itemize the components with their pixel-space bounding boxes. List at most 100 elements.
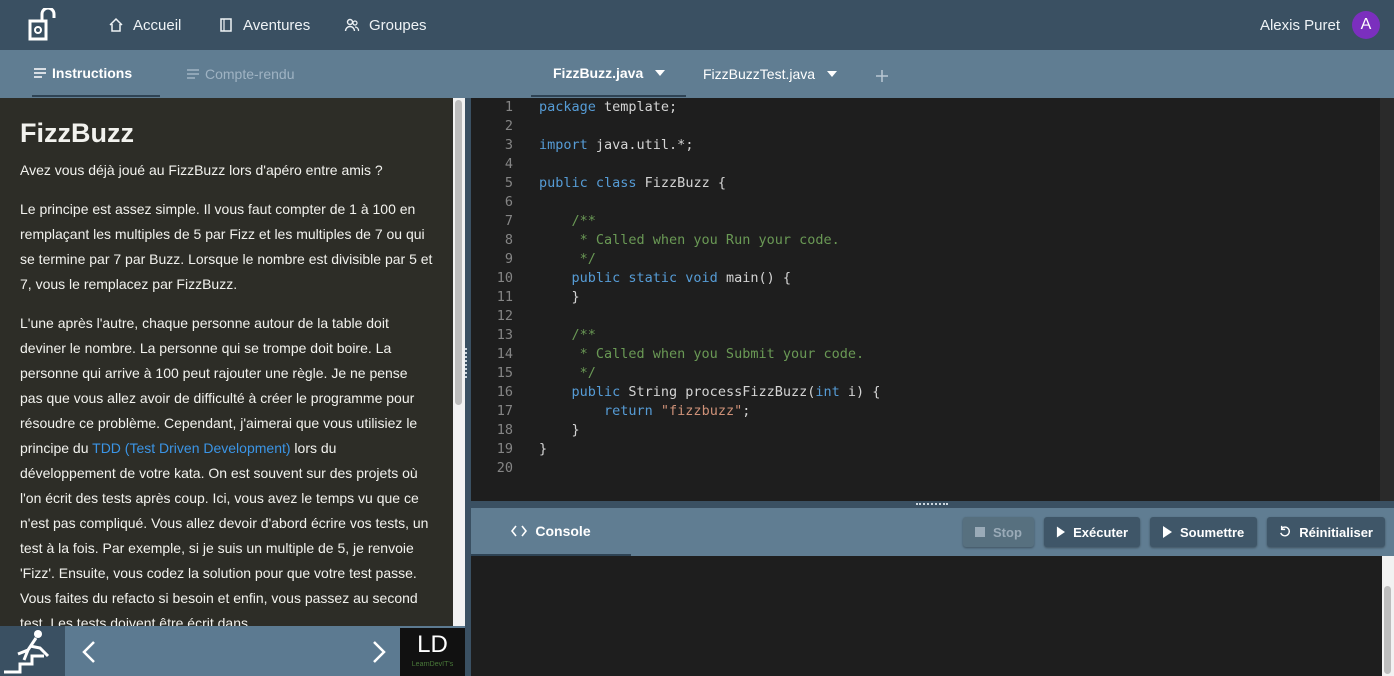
console-output[interactable]: [471, 556, 1382, 676]
instructions-panel: FizzBuzz Avez vous déjà joué au FizzBuzz…: [0, 98, 453, 626]
line-number: 9: [504, 251, 513, 267]
previous-arrow-icon[interactable]: [76, 638, 102, 666]
code-line: public String processFizzBuzz(int i) {: [539, 383, 881, 402]
tdd-link[interactable]: TDD (Test Driven Development): [92, 440, 290, 456]
code-comment: /**: [539, 327, 596, 343]
instructions-paragraph: L'une après l'autre, chaque personne aut…: [20, 311, 433, 626]
submit-button-label: Soumettre: [1180, 524, 1245, 540]
nav-adventures[interactable]: Aventures: [218, 0, 310, 50]
code-comment: * Called when you Run your code.: [539, 232, 840, 248]
code-text: main() {: [717, 270, 791, 286]
reset-button-label: Réinitialiser: [1299, 524, 1373, 540]
line-number: 3: [504, 137, 513, 153]
tab-file-label: FizzBuzzTest.java: [703, 65, 816, 82]
line-number: 8: [504, 232, 513, 248]
ld-logo-text: LD: [417, 631, 448, 658]
chevron-down-icon[interactable]: [827, 70, 838, 77]
top-navbar: [0, 0, 1394, 50]
step-navigation-bar: [0, 626, 465, 676]
code-keyword: int: [815, 384, 840, 400]
line-number: 2: [504, 118, 513, 134]
lines-icon: [34, 67, 46, 78]
line-number: 13: [496, 327, 513, 343]
tab-instructions[interactable]: Instructions: [32, 50, 160, 97]
code-text: ;: [742, 403, 751, 419]
ld-logo-subtext: LearnDevIT's: [411, 661, 454, 668]
code-icon: [511, 525, 528, 537]
console-scrollbar-thumb[interactable]: [1384, 586, 1391, 674]
users-icon: [344, 18, 360, 32]
home-icon: [109, 17, 123, 32]
nav-groups[interactable]: Groupes: [344, 0, 427, 50]
code-line: import java.util.*;: [539, 136, 693, 155]
tab-report[interactable]: Compte-rendu: [185, 50, 295, 97]
stop-icon: [975, 527, 985, 537]
code-text: FizzBuzz {: [636, 175, 726, 191]
tab-file-label: FizzBuzz.java: [553, 64, 644, 81]
code-line: public static void main() {: [539, 269, 791, 288]
unlocked-padlock-logo-icon[interactable]: [28, 8, 62, 42]
line-number: 7: [504, 213, 513, 229]
play-icon: [1056, 526, 1066, 538]
line-number: 18: [496, 422, 513, 438]
line-number: 16: [496, 384, 513, 400]
code-line: package template;: [539, 98, 677, 117]
line-number: 1: [504, 99, 513, 115]
code-keyword: return: [539, 403, 653, 419]
tab-report-label: Compte-rendu: [205, 65, 295, 82]
submit-button[interactable]: Soumettre: [1150, 517, 1257, 547]
instructions-scrollbar-thumb[interactable]: [455, 100, 462, 405]
falling-stairs-icon: [0, 626, 65, 676]
nav-adventures-label: Aventures: [243, 16, 311, 34]
code-keyword: public: [539, 384, 621, 400]
instructions-paragraph: Avez vous déjà joué au FizzBuzz lors d'a…: [20, 162, 383, 178]
code-editor[interactable]: 1 package template; 2 3 import java.util.*…: [471, 98, 1380, 501]
code-comment: */: [539, 251, 596, 267]
book-icon: [220, 18, 232, 32]
code-text: }: [539, 289, 580, 305]
tab-file-fizzbuzz[interactable]: FizzBuzz.java: [531, 50, 686, 97]
next-arrow-icon[interactable]: [366, 638, 392, 666]
code-comment: /**: [539, 213, 596, 229]
code-keyword: public static void: [539, 270, 718, 286]
code-line: return "fizzbuzz";: [539, 402, 750, 421]
code-string: "fizzbuzz": [652, 403, 743, 419]
chevron-down-icon[interactable]: [655, 69, 666, 76]
code-text: String processFizzBuzz(: [620, 384, 816, 400]
tab-console[interactable]: Console: [471, 508, 631, 556]
code-comment: * Called when you Submit your code.: [539, 346, 865, 362]
code-keyword: package: [539, 99, 596, 115]
line-number: 17: [496, 403, 513, 419]
nav-home-label: Accueil: [133, 16, 182, 34]
stop-button[interactable]: Stop: [963, 517, 1034, 547]
line-number: 11: [496, 289, 513, 305]
play-icon: [1163, 526, 1172, 538]
tab-console-label: Console: [535, 523, 591, 539]
line-number: 10: [496, 270, 513, 286]
nav-home[interactable]: Accueil: [108, 0, 181, 50]
reset-icon: [1280, 525, 1290, 537]
code-keyword: import: [539, 137, 588, 153]
lines-icon: [187, 68, 199, 79]
code-line: public class FizzBuzz {: [539, 174, 726, 193]
code-text: template;: [595, 99, 678, 115]
line-number: 5: [504, 175, 513, 191]
line-number: 14: [496, 346, 513, 362]
tab-file-fizzbuzztest[interactable]: FizzBuzzTest.java: [703, 50, 838, 97]
text-span: L'une après l'autre, chaque personne aut…: [20, 315, 418, 456]
code-text: }: [539, 422, 580, 438]
run-button[interactable]: Exécuter: [1044, 517, 1140, 547]
nav-groups-label: Groupes: [369, 16, 427, 34]
tab-instructions-label: Instructions: [52, 64, 133, 81]
code-text: java.util.*;: [587, 137, 694, 153]
avatar[interactable]: A: [1352, 11, 1380, 39]
user-menu[interactable]: Alexis Puret A: [1260, 0, 1380, 50]
line-number: 12: [496, 308, 513, 324]
reset-button[interactable]: Réinitialiser: [1267, 517, 1385, 547]
editor-scrollbar[interactable]: [1380, 98, 1394, 501]
ld-logo: LD LearnDevIT's: [400, 628, 465, 676]
text-span: lors du développement de votre kata. On …: [20, 440, 429, 626]
add-file-icon[interactable]: [874, 68, 890, 84]
instructions-title: FizzBuzz: [20, 118, 134, 148]
instructions-paragraph: Le principe est assez simple. Il vous fa…: [20, 201, 433, 292]
